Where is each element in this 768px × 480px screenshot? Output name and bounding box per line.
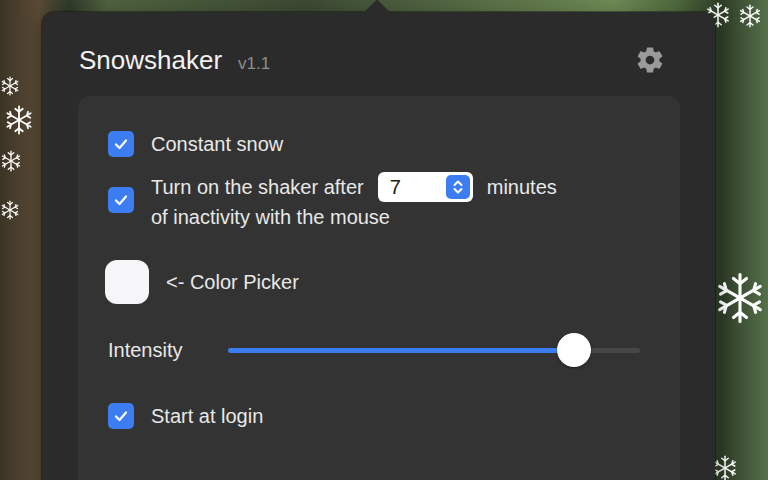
timer-text: Turn on the shaker after 7 minutesof inact… xyxy=(151,172,557,232)
checkbox-row: Start at login xyxy=(108,388,650,444)
snowflake-icon xyxy=(0,150,22,172)
settings-popover: Snowshaker v1.1 Constant snow Turn on the s… xyxy=(42,12,715,480)
check-icon xyxy=(113,408,129,424)
desktop-background: Snowshaker v1.1 Constant snow Turn on the s… xyxy=(0,0,768,480)
timer-unit: minutes xyxy=(487,172,557,202)
gear-icon[interactable] xyxy=(636,46,664,74)
snowflake-icon xyxy=(0,200,20,220)
stepper-button[interactable] xyxy=(446,175,470,199)
minutes-value[interactable]: 7 xyxy=(390,176,446,199)
minutes-stepper[interactable]: 7 xyxy=(378,172,473,202)
checkbox[interactable] xyxy=(108,187,134,213)
snowflake-icon xyxy=(714,272,766,324)
check-icon xyxy=(113,136,129,152)
snowflake-icon xyxy=(738,4,762,28)
color-label: <- Color Picker xyxy=(166,267,299,297)
checkbox-label: Start at login xyxy=(151,401,263,431)
header: Snowshaker v1.1 xyxy=(78,42,680,78)
timer-label-after: of inactivity with the mouse xyxy=(151,202,557,232)
slider-row: Intensity xyxy=(108,312,650,388)
checkbox[interactable] xyxy=(108,131,134,157)
check-icon xyxy=(113,192,129,208)
color-swatch[interactable] xyxy=(105,260,149,304)
title-group: Snowshaker v1.1 xyxy=(79,45,270,76)
checkbox-row: Constant snow xyxy=(108,116,650,172)
chevron-updown-icon xyxy=(452,178,464,196)
snowflake-icon xyxy=(0,76,20,96)
snowflake-icon xyxy=(4,105,34,135)
slider-fill xyxy=(228,348,574,353)
popover-arrow xyxy=(364,0,389,25)
timer-label: Turn on the shaker after xyxy=(151,172,364,202)
snowflake-icon xyxy=(712,455,738,480)
slider-knob[interactable] xyxy=(557,333,591,367)
slider-label: Intensity xyxy=(108,335,211,365)
intensity-slider[interactable] xyxy=(228,348,640,353)
app-version: v1.1 xyxy=(238,54,270,74)
checkbox[interactable] xyxy=(108,403,134,429)
app-title: Snowshaker xyxy=(79,45,222,76)
timer-row: Turn on the shaker after 7 minutesof inact… xyxy=(108,172,650,252)
options-card: Constant snow Turn on the shaker after 7 mi… xyxy=(78,96,680,480)
timer-line: Turn on the shaker after 7 minutes xyxy=(151,172,557,202)
color-row: <- Color Picker xyxy=(108,252,650,312)
checkbox-label: Constant snow xyxy=(151,129,283,159)
